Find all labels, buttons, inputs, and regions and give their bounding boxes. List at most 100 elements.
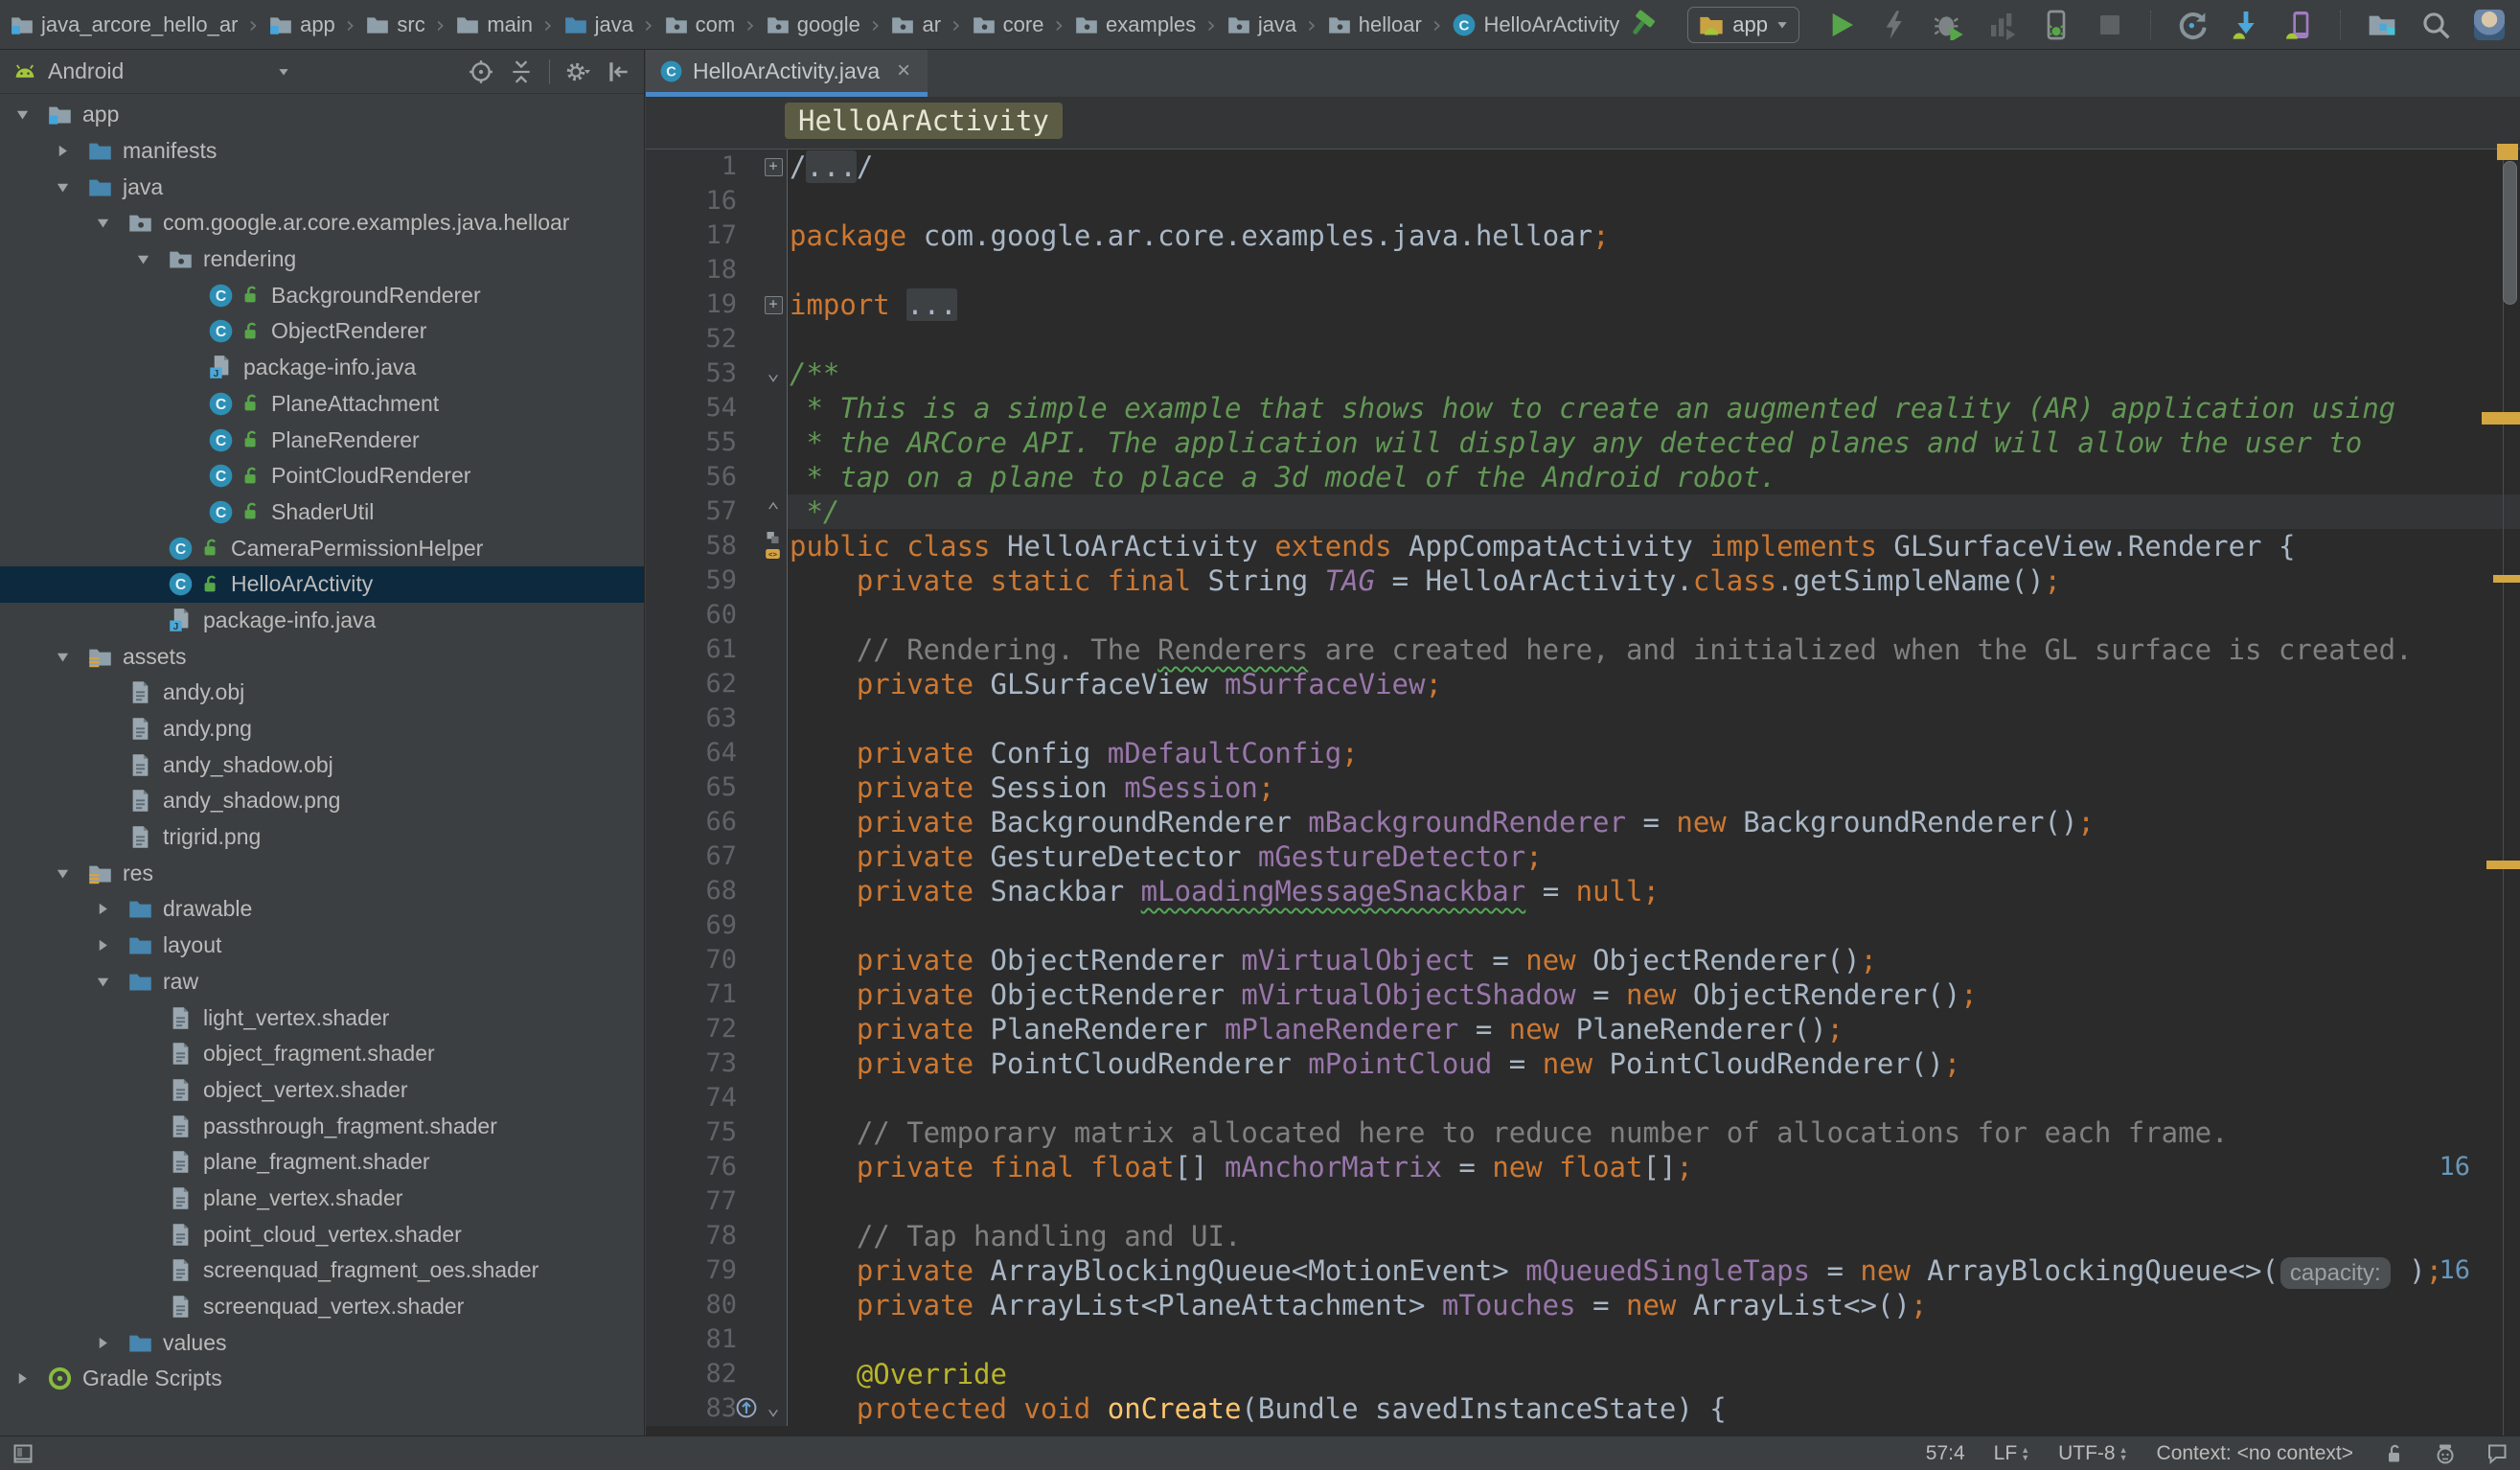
tree-item-app[interactable]: app xyxy=(0,97,644,133)
gutter[interactable]: 79 xyxy=(646,1253,788,1288)
gutter[interactable]: 78 xyxy=(646,1219,788,1253)
code-line-64[interactable]: 64 private Config mDefaultConfig; xyxy=(646,736,2520,770)
tab-helloaractivity[interactable]: C HelloArActivity.java × xyxy=(646,50,928,97)
code-line-83[interactable]: 83⌄ protected void onCreate(Bundle saved… xyxy=(646,1391,2520,1426)
impl-icon[interactable] xyxy=(764,530,782,545)
gutter[interactable]: 80 xyxy=(646,1288,788,1322)
breadcrumb-item[interactable]: app xyxy=(268,12,335,37)
hector-icon[interactable] xyxy=(2434,1442,2457,1465)
gutter[interactable]: 82 xyxy=(646,1357,788,1391)
tree-item-andy-png[interactable]: andy.png xyxy=(0,711,644,747)
fold-marker[interactable]: + xyxy=(763,149,784,184)
device-explorer-icon[interactable] xyxy=(2367,10,2397,40)
tree-item-manifests[interactable]: manifests xyxy=(0,133,644,170)
breadcrumb-item[interactable]: examples xyxy=(1074,12,1196,37)
search-icon[interactable] xyxy=(2420,10,2451,40)
tree-item-object-fragment-shader[interactable]: object_fragment.shader xyxy=(0,1036,644,1072)
gutter[interactable]: 57⌃ xyxy=(646,494,788,529)
code-line-16[interactable]: 16 xyxy=(646,184,2520,218)
gutter[interactable]: 55 xyxy=(646,425,788,460)
breadcrumb-item[interactable]: google xyxy=(766,12,860,37)
apply-changes-icon[interactable] xyxy=(1880,10,1911,40)
tree-item-planerenderer[interactable]: CPlaneRenderer xyxy=(0,422,644,458)
project-view-selector[interactable]: Android xyxy=(11,58,290,85)
tree-item-layout[interactable]: layout xyxy=(0,928,644,964)
tree-item-gradle-scripts[interactable]: Gradle Scripts xyxy=(0,1361,644,1397)
breadcrumb-item[interactable]: src xyxy=(365,12,424,37)
warning-stripe-mark[interactable] xyxy=(2493,575,2520,583)
tree-item-andy-shadow-png[interactable]: andy_shadow.png xyxy=(0,783,644,819)
expanded-arrow-icon[interactable] xyxy=(50,644,75,669)
collapsed-arrow-icon[interactable] xyxy=(90,933,115,958)
lock-open-icon[interactable] xyxy=(2382,1442,2405,1465)
tree-item-package-info-java[interactable]: Jpackage-info.java xyxy=(0,603,644,639)
code-line-67[interactable]: 67 private GestureDetector mGestureDetec… xyxy=(646,839,2520,874)
hide-panel-icon[interactable] xyxy=(606,59,630,84)
collapse-all-icon[interactable] xyxy=(509,59,534,84)
code-line-78[interactable]: 78 // Tap handling and UI. xyxy=(646,1219,2520,1253)
fold-marker[interactable]: ⌃ xyxy=(763,494,784,529)
tree-item-planeattachment[interactable]: CPlaneAttachment xyxy=(0,386,644,423)
code-line-54[interactable]: 54 * This is a simple example that shows… xyxy=(646,391,2520,425)
code-line-77[interactable]: 77 xyxy=(646,1184,2520,1219)
gutter[interactable]: 83⌄ xyxy=(646,1391,788,1426)
tree-item-screenquad-vertex-shader[interactable]: screenquad_vertex.shader xyxy=(0,1289,644,1325)
tree-item-com-google-ar-core-examples-java-helloar[interactable]: com.google.ar.core.examples.java.helloar xyxy=(0,205,644,241)
code-line-68[interactable]: 68 private Snackbar mLoadingMessageSnack… xyxy=(646,874,2520,908)
breadcrumb-item[interactable]: java xyxy=(563,12,633,37)
close-tab-icon[interactable]: × xyxy=(897,57,910,84)
code-line-73[interactable]: 73 private PointCloudRenderer mPointClou… xyxy=(646,1046,2520,1081)
tree-item-andy-shadow-obj[interactable]: andy_shadow.obj xyxy=(0,746,644,783)
gutter[interactable]: 76 xyxy=(646,1150,788,1184)
gutter[interactable]: 56 xyxy=(646,460,788,494)
code-line-55[interactable]: 55 * the ARCore API. The application wil… xyxy=(646,425,2520,460)
tree-item-pointcloudrenderer[interactable]: CPointCloudRenderer xyxy=(0,458,644,494)
code-line-65[interactable]: 65 private Session mSession; xyxy=(646,770,2520,805)
build-hammer-icon[interactable] xyxy=(1630,10,1661,40)
tree-item-res[interactable]: res xyxy=(0,855,644,891)
warning-stripe-mark[interactable] xyxy=(2486,861,2520,869)
tree-item-screenquad-fragment-oes-shader[interactable]: screenquad_fragment_oes.shader xyxy=(0,1252,644,1289)
fold-marker[interactable]: ⌄ xyxy=(763,356,784,391)
warning-stripe-mark[interactable] xyxy=(2482,412,2520,425)
expanded-arrow-icon[interactable] xyxy=(130,247,155,272)
code-line-52[interactable]: 52 xyxy=(646,322,2520,356)
attach-debugger-icon[interactable] xyxy=(2041,10,2072,40)
gutter[interactable]: 71 xyxy=(646,977,788,1012)
code-line-72[interactable]: 72 private PlaneRenderer mPlaneRenderer … xyxy=(646,1012,2520,1046)
gutter[interactable]: 67 xyxy=(646,839,788,874)
gutter[interactable]: 73 xyxy=(646,1046,788,1081)
code-line-82[interactable]: 82 @Override xyxy=(646,1357,2520,1391)
gutter[interactable]: 59 xyxy=(646,563,788,598)
expanded-arrow-icon[interactable] xyxy=(90,211,115,236)
file-encoding[interactable]: UTF-8▲▼ xyxy=(2058,1442,2127,1465)
gutter[interactable]: 60 xyxy=(646,598,788,632)
code-line-57[interactable]: 57⌃ */ xyxy=(646,494,2520,529)
code-line-61[interactable]: 61 // Rendering. The Renderers are creat… xyxy=(646,632,2520,667)
gutter[interactable]: 53⌄ xyxy=(646,356,788,391)
scrollbar-thumb[interactable] xyxy=(2503,161,2517,305)
code-line-60[interactable]: 60 xyxy=(646,598,2520,632)
sync-gradle-icon[interactable] xyxy=(2177,10,2208,40)
tree-item-drawable[interactable]: drawable xyxy=(0,891,644,928)
code-line-71[interactable]: 71 private ObjectRenderer mVirtualObject… xyxy=(646,977,2520,1012)
tree-item-values[interactable]: values xyxy=(0,1324,644,1361)
tree-item-java[interactable]: java xyxy=(0,169,644,205)
tree-item-raw[interactable]: raw xyxy=(0,964,644,1000)
gutter[interactable]: 70 xyxy=(646,943,788,977)
code-line-18[interactable]: 18 xyxy=(646,253,2520,287)
code-line-58[interactable]: 58<>public class HelloArActivity extends… xyxy=(646,529,2520,563)
code-line-76[interactable]: 76 private final float[] mAnchorMatrix =… xyxy=(646,1150,2520,1184)
expanded-arrow-icon[interactable] xyxy=(90,969,115,994)
breadcrumb-scope-chip[interactable]: HelloArActivity xyxy=(785,103,1063,139)
gutter[interactable]: 19+ xyxy=(646,287,788,322)
code-line-80[interactable]: 80 private ArrayList<PlaneAttachment> mT… xyxy=(646,1288,2520,1322)
code-line-59[interactable]: 59 private static final String TAG = Hel… xyxy=(646,563,2520,598)
collapsed-arrow-icon[interactable] xyxy=(90,1330,115,1355)
collapsed-arrow-icon[interactable] xyxy=(90,897,115,922)
breadcrumb-item[interactable]: com xyxy=(664,12,736,37)
tree-item-objectrenderer[interactable]: CObjectRenderer xyxy=(0,313,644,350)
breadcrumb-item[interactable]: core xyxy=(972,12,1044,37)
gutter[interactable]: 17 xyxy=(646,218,788,253)
tree-item-plane-fragment-shader[interactable]: plane_fragment.shader xyxy=(0,1144,644,1181)
